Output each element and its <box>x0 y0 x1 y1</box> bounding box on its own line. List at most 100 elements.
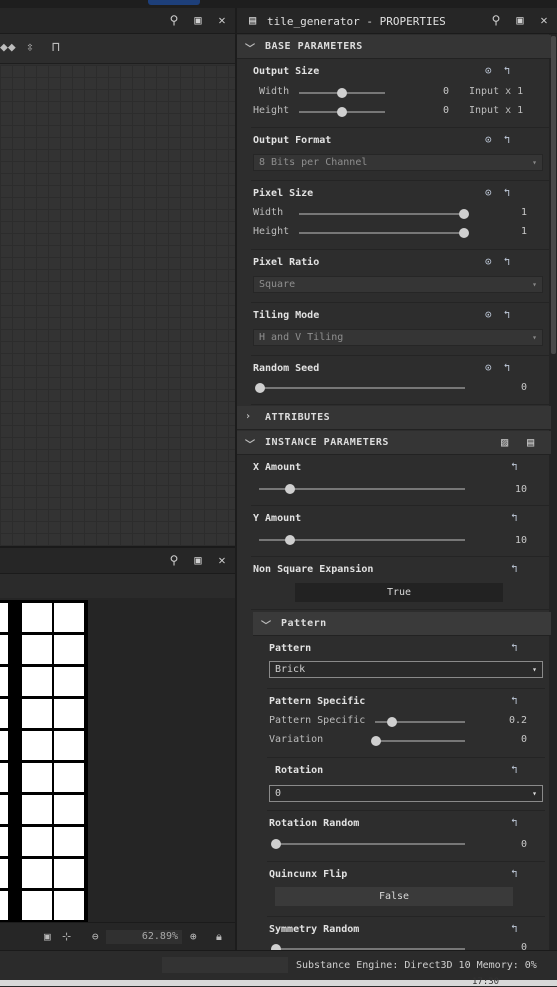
tile <box>0 731 8 760</box>
connect-icon[interactable]: ◆◆ <box>0 40 16 55</box>
param-output-format: Output Format ⊙ ↰ 8 Bits per Channel ▾ <box>251 129 551 181</box>
rotation-select[interactable]: 0 ▾ <box>269 785 543 802</box>
pin-icon[interactable]: ⚲ <box>489 13 503 27</box>
tile-preview[interactable] <box>0 600 88 926</box>
reset-icon[interactable]: ↰ <box>504 308 511 321</box>
reset-icon[interactable]: ↰ <box>504 133 511 146</box>
param-pixel-ratio: Pixel Ratio ⊙ ↰ Square ▾ <box>251 251 551 303</box>
close-icon[interactable]: ✕ <box>215 13 229 27</box>
tile <box>0 699 8 728</box>
pin-icon[interactable]: ⚲ <box>167 553 181 567</box>
zoom-in-icon[interactable]: ⊕ <box>190 930 197 943</box>
param-pattern-specific: Pattern Specific ↰ Pattern Specific 0.2 … <box>267 690 545 758</box>
float-icon[interactable]: ▣ <box>513 13 527 27</box>
reset-icon[interactable]: ↰ <box>511 922 518 935</box>
fit-icon[interactable]: ▣ <box>44 930 51 943</box>
close-icon[interactable]: ✕ <box>215 553 229 567</box>
snap-icon[interactable]: ⊓ <box>52 40 60 55</box>
tile <box>0 603 8 632</box>
float-icon[interactable]: ▣ <box>191 553 205 567</box>
link-icon[interactable]: ⊙ <box>485 255 492 268</box>
pixel-height-knob[interactable] <box>459 228 469 238</box>
link-icon[interactable]: ⊙ <box>485 186 492 199</box>
reset-icon[interactable]: ↰ <box>511 763 518 776</box>
reset-icon[interactable]: ↰ <box>511 562 518 575</box>
link-icon[interactable]: ⊙ <box>485 308 492 321</box>
float-icon[interactable]: ▣ <box>191 13 205 27</box>
tile <box>54 859 84 888</box>
tile <box>54 731 84 760</box>
tile <box>54 699 84 728</box>
tile <box>22 795 52 824</box>
random-seed-slider[interactable] <box>257 387 465 389</box>
scroll-thumb[interactable] <box>551 36 556 354</box>
pattern-specific-knob[interactable] <box>387 717 397 727</box>
reset-icon[interactable]: ↰ <box>504 186 511 199</box>
top-tab-highlight[interactable] <box>148 0 200 5</box>
section-base-parameters[interactable]: ﹀ BASE PARAMETERS <box>237 35 551 59</box>
reset-icon[interactable]: ↰ <box>511 641 518 654</box>
output-format-select[interactable]: 8 Bits per Channel ▾ <box>253 154 543 171</box>
link-icon[interactable]: ⊙ <box>485 361 492 374</box>
pattern-select[interactable]: Brick ▾ <box>269 661 543 678</box>
note-icon[interactable]: ▨ <box>501 435 509 449</box>
reset-icon[interactable]: ↰ <box>511 511 518 524</box>
lock-icon[interactable]: 🔒︎ <box>216 930 222 944</box>
tile <box>0 667 8 696</box>
reset-icon[interactable]: ↰ <box>511 694 518 707</box>
status-bar: Substance Engine: Direct3D 10 Memory: 0% <box>0 950 557 980</box>
pin-icon[interactable]: ⚲ <box>167 13 181 27</box>
rotation-random-slider[interactable] <box>275 843 465 845</box>
param-tiling-mode: Tiling Mode ⊙ ↰ H and V Tiling ▾ <box>251 304 551 356</box>
reset-icon[interactable]: ↰ <box>511 867 518 880</box>
align-icon[interactable]: ⇳ <box>26 40 34 55</box>
random-seed-knob[interactable] <box>255 383 265 393</box>
graph-panel-header: ⚲ ▣ ✕ <box>0 8 235 34</box>
tile <box>22 699 52 728</box>
link-icon[interactable]: ⊙ <box>485 64 492 77</box>
link-icon[interactable]: ⊙ <box>485 133 492 146</box>
reset-icon[interactable]: ↰ <box>504 255 511 268</box>
pan-icon[interactable]: ⊹ <box>62 930 71 943</box>
non-square-toggle[interactable]: True <box>295 583 503 602</box>
section-attributes[interactable]: › ATTRIBUTES <box>237 406 551 430</box>
2d-view-header: ⚲ ▣ ✕ <box>0 548 235 574</box>
reset-icon[interactable]: ↰ <box>504 361 511 374</box>
tile <box>0 763 8 792</box>
close-icon[interactable]: ✕ <box>537 13 551 27</box>
tile <box>54 635 84 664</box>
zoom-out-icon[interactable]: ⊖ <box>92 930 99 943</box>
param-quincunx-flip: Quincunx Flip ↰ False <box>267 863 545 917</box>
pixel-width-knob[interactable] <box>459 209 469 219</box>
pixel-height-slider[interactable] <box>299 232 465 234</box>
export-icon[interactable]: ▤ <box>527 435 535 449</box>
reset-icon[interactable]: ↰ <box>511 816 518 829</box>
rotation-random-knob[interactable] <box>271 839 281 849</box>
graph-canvas[interactable] <box>0 65 235 546</box>
y-amount-knob[interactable] <box>285 535 295 545</box>
tile <box>22 731 52 760</box>
tile <box>22 859 52 888</box>
tile <box>22 763 52 792</box>
output-width-knob[interactable] <box>337 88 347 98</box>
reset-icon[interactable]: ↰ <box>504 64 511 77</box>
output-height-knob[interactable] <box>337 107 347 117</box>
chevron-down-icon: ▾ <box>532 158 537 167</box>
chevron-down-icon: ﹀ <box>261 621 272 632</box>
2d-view-footer: ▣ ⊹ ⊖ 62.89% ⊕ 🔒︎ <box>0 922 235 950</box>
zoom-field[interactable]: 62.89% <box>106 930 182 944</box>
param-symmetry-random: Symmetry Random ↰ 0 <box>267 918 545 950</box>
variation-knob[interactable] <box>371 736 381 746</box>
graph-toolbar: ◆◆ ⇳ ⊓ <box>0 34 235 64</box>
reset-icon[interactable]: ↰ <box>511 460 518 473</box>
pixel-ratio-select[interactable]: Square ▾ <box>253 276 543 293</box>
variation-slider[interactable] <box>375 740 465 742</box>
param-non-square-expansion: Non Square Expansion ↰ True <box>251 558 551 610</box>
chevron-down-icon: ﹀ <box>245 440 256 451</box>
x-amount-knob[interactable] <box>285 484 295 494</box>
section-instance-parameters[interactable]: ﹀ INSTANCE PARAMETERS ▨ ▤ <box>237 431 551 455</box>
pixel-width-slider[interactable] <box>299 213 465 215</box>
tiling-mode-select[interactable]: H and V Tiling ▾ <box>253 329 543 346</box>
quincunx-flip-toggle[interactable]: False <box>275 887 513 906</box>
group-pattern[interactable]: ﹀ Pattern <box>253 612 551 636</box>
